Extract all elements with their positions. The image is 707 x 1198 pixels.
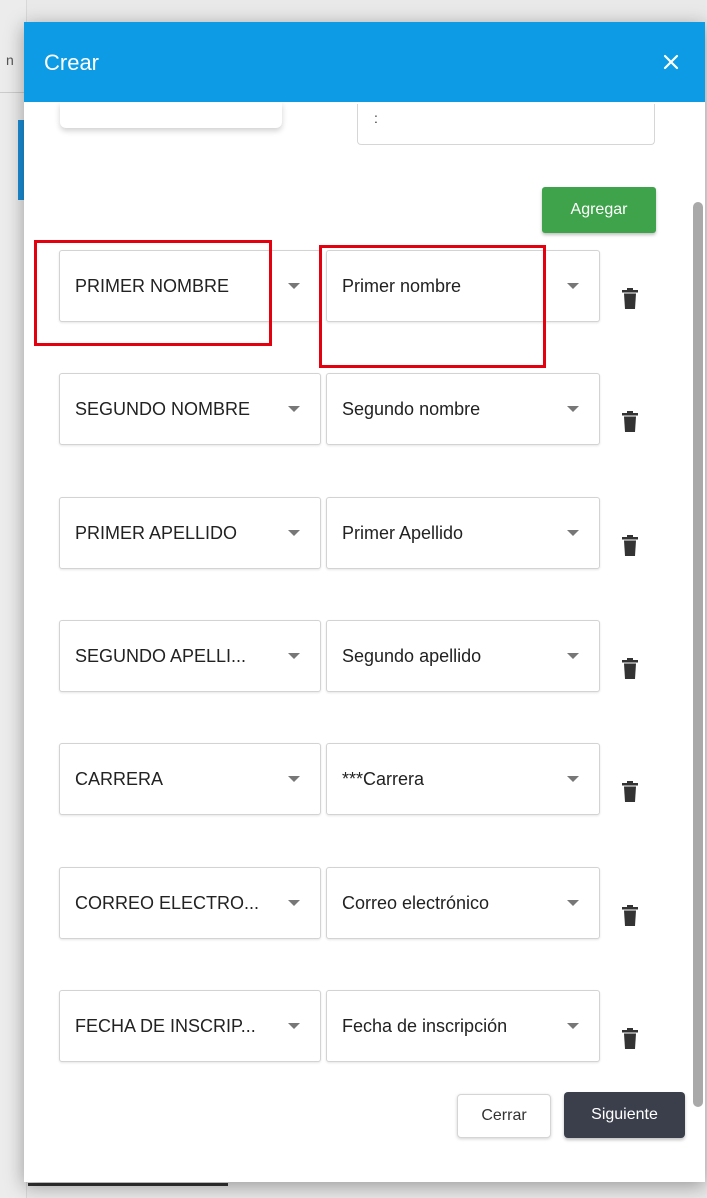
- next-button[interactable]: Siguiente: [564, 1092, 685, 1138]
- target-field-value: Primer Apellido: [342, 523, 464, 543]
- source-field-select[interactable]: FECHA DE INSCRIP...: [59, 990, 321, 1062]
- chevron-down-icon: [288, 776, 300, 782]
- trash-icon[interactable]: [622, 1028, 638, 1050]
- target-field-value: ***Carrera: [342, 769, 425, 789]
- chevron-down-icon: [567, 530, 579, 536]
- chevron-down-icon: [288, 530, 300, 536]
- target-field-select[interactable]: ***Carrera: [326, 743, 600, 815]
- chevron-down-icon: [567, 776, 579, 782]
- close-icon[interactable]: [659, 50, 683, 74]
- chevron-down-icon: [288, 653, 300, 659]
- source-field-select[interactable]: CARRERA: [59, 743, 321, 815]
- source-field-value: CARRERA: [75, 769, 164, 789]
- source-field-value: PRIMER APELLIDO: [75, 523, 238, 543]
- chevron-down-icon: [288, 283, 300, 289]
- background-text-fragment: n: [6, 52, 14, 68]
- scrollbar[interactable]: [693, 202, 703, 1107]
- top-button-partial[interactable]: [60, 102, 282, 128]
- trash-icon[interactable]: [622, 411, 638, 433]
- source-field-select[interactable]: PRIMER APELLIDO: [59, 497, 321, 569]
- source-field-value: SEGUNDO NOMBRE: [75, 399, 251, 419]
- background-divider: [0, 92, 26, 93]
- source-field-select[interactable]: PRIMER NOMBRE: [59, 250, 321, 322]
- add-button[interactable]: Agregar: [542, 187, 656, 233]
- chevron-down-icon: [567, 406, 579, 412]
- target-field-value: Segundo apellido: [342, 646, 482, 666]
- trash-icon[interactable]: [622, 535, 638, 557]
- dialog-header: Crear: [24, 22, 705, 102]
- source-field-select[interactable]: SEGUNDO NOMBRE: [59, 373, 321, 445]
- background-bar: [28, 1183, 228, 1186]
- trash-icon[interactable]: [622, 905, 638, 927]
- trash-icon[interactable]: [622, 658, 638, 680]
- source-field-value: PRIMER NOMBRE: [75, 276, 230, 296]
- chevron-down-icon: [567, 1023, 579, 1029]
- create-dialog: Crear : Agregar PRIMER NOMBRE Primer nomb…: [24, 22, 705, 1182]
- target-field-value: Correo electrónico: [342, 893, 490, 913]
- chevron-down-icon: [288, 1023, 300, 1029]
- dialog-title: Crear: [44, 50, 100, 75]
- close-button[interactable]: Cerrar: [457, 1094, 551, 1138]
- background-page: n: [0, 0, 27, 1198]
- source-field-value: CORREO ELECTRO...: [75, 893, 260, 913]
- target-field-value: Fecha de inscripción: [342, 1016, 508, 1036]
- chevron-down-icon: [567, 283, 579, 289]
- target-field-select[interactable]: Primer Apellido: [326, 497, 600, 569]
- source-field-value: SEGUNDO APELLI...: [75, 646, 247, 666]
- target-field-value: Segundo nombre: [342, 399, 481, 419]
- top-input-value: :: [374, 110, 378, 126]
- chevron-down-icon: [567, 653, 579, 659]
- chevron-down-icon: [288, 406, 300, 412]
- source-field-value: FECHA DE INSCRIP...: [75, 1016, 256, 1036]
- chevron-down-icon: [567, 900, 579, 906]
- chevron-down-icon: [288, 900, 300, 906]
- target-field-select[interactable]: Primer nombre: [326, 250, 600, 322]
- target-field-value: Primer nombre: [342, 276, 462, 296]
- trash-icon[interactable]: [622, 781, 638, 803]
- target-field-select[interactable]: Segundo apellido: [326, 620, 600, 692]
- source-field-select[interactable]: SEGUNDO APELLI...: [59, 620, 321, 692]
- target-field-select[interactable]: Correo electrónico: [326, 867, 600, 939]
- target-field-select[interactable]: Fecha de inscripción: [326, 990, 600, 1062]
- top-input-partial[interactable]: :: [357, 104, 655, 145]
- scrollbar-thumb[interactable]: [693, 202, 703, 1107]
- target-field-select[interactable]: Segundo nombre: [326, 373, 600, 445]
- source-field-select[interactable]: CORREO ELECTRO...: [59, 867, 321, 939]
- trash-icon[interactable]: [622, 288, 638, 310]
